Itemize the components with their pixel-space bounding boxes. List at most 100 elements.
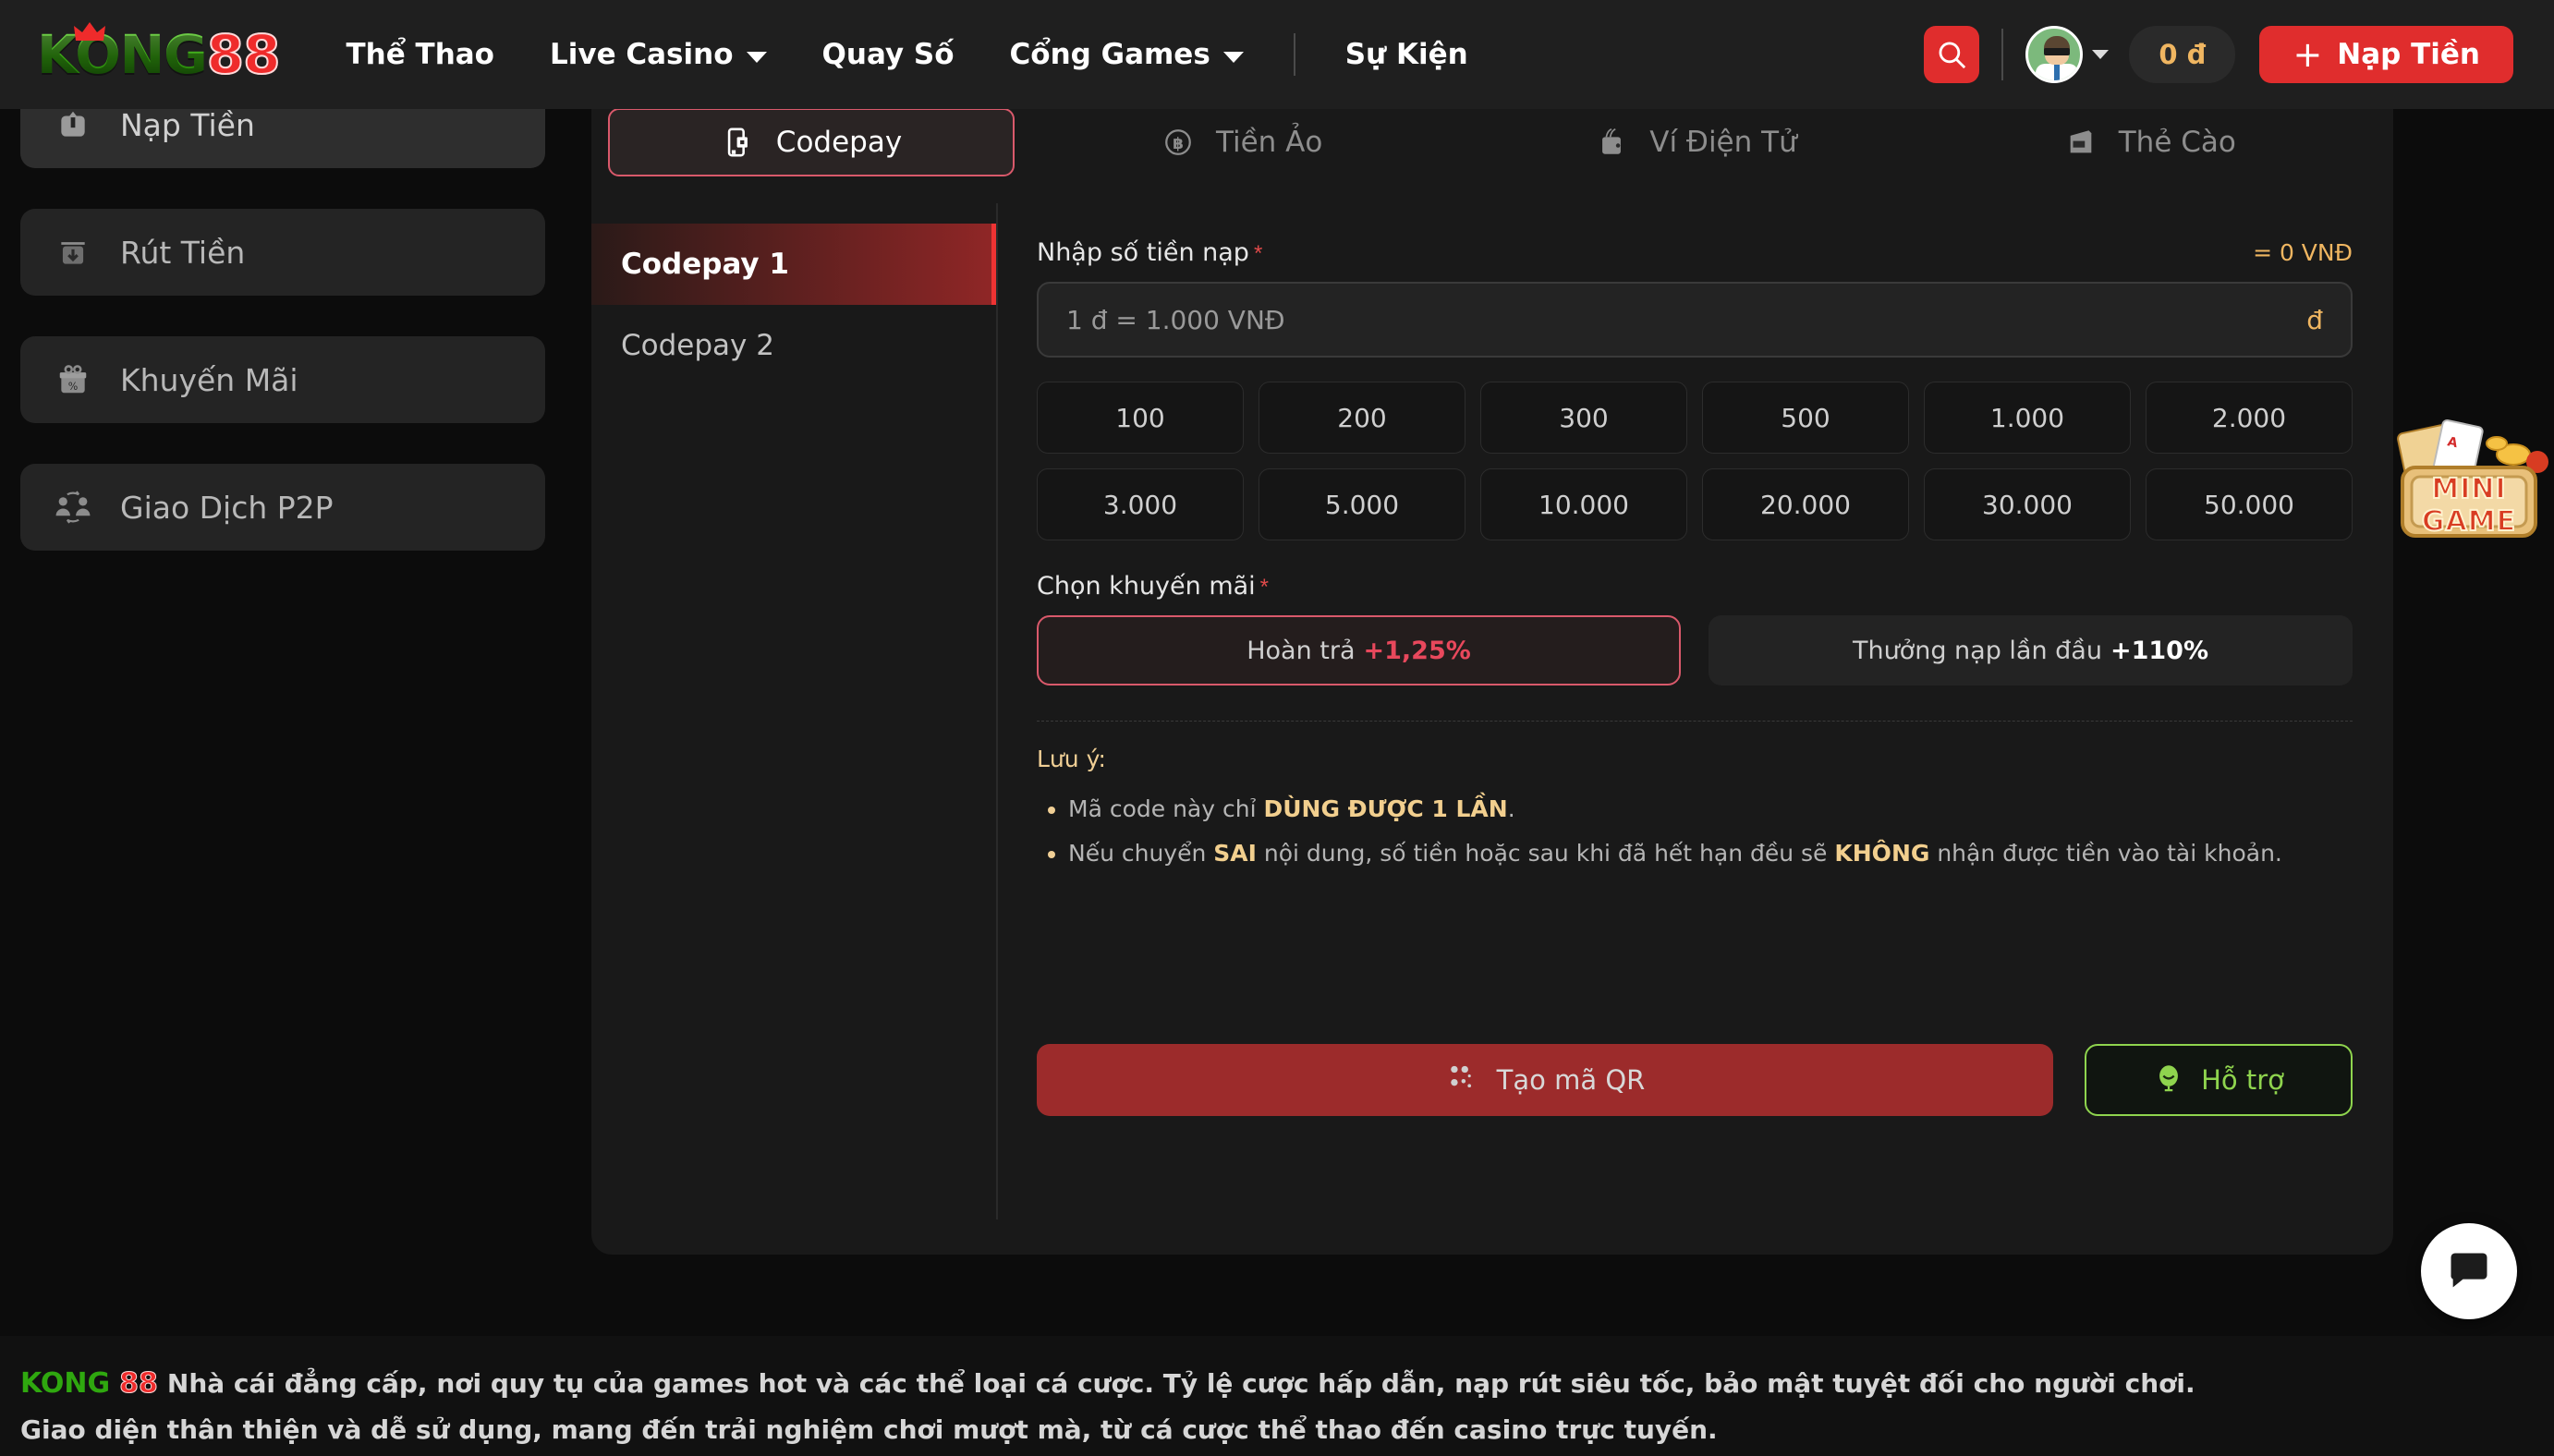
amount-label-row: Nhập số tiền nạp* = 0 VNĐ [1037,238,2353,267]
amount-label: Nhập số tiền nạp [1037,238,1249,267]
required-mark: * [1260,575,1269,600]
promo-text: Hoàn trả [1247,637,1355,665]
sidebar-item-label: Rút Tiền [120,235,245,271]
nav-item-quay-so[interactable]: Quay Số [795,38,982,71]
codepay-label: Codepay 2 [621,329,774,362]
amount-preset[interactable]: 20.000 [1702,468,1909,540]
amount-label-group: Nhập số tiền nạp* [1037,238,1262,267]
nav-label: Thể Thao [347,38,494,71]
nav-item-su-kien[interactable]: Sự Kiện [1318,38,1496,71]
amount-preset[interactable]: 1.000 [1924,382,2131,454]
amount-preset[interactable]: 3.000 [1037,468,1244,540]
codepay-provider-list: Codepay 1 Codepay 2 [591,203,998,1219]
account-menu[interactable] [2025,26,2109,83]
nav-label: Live Casino [550,38,734,71]
sidebar-item-label: Khuyến Mãi [120,362,298,398]
tab-vi-dien-tu[interactable]: Ví Điện Tử [1468,108,1922,176]
search-button[interactable] [1924,26,1979,83]
chevron-down-icon [2092,50,2109,59]
tab-label: Ví Điện Tử [1649,126,1796,159]
main-nav: Thể Thao Live Casino Quay Số Cổng Games … [319,33,1496,76]
tab-codepay[interactable]: Codepay [608,108,1015,176]
footer-line-2: Giao diện thân thiện và dễ sử dụng, mang… [20,1408,2517,1452]
sidebar-item-label: Giao Dịch P2P [120,490,334,526]
deposit-panel: Codepay ฿ Tiền Ảo Ví Điện Tử Thẻ Cào Cod… [591,81,2393,1255]
chevron-down-icon [1223,52,1244,63]
converted-amount: = 0 VNĐ [2253,239,2353,266]
notes-title: Lưu ý: [1037,746,2353,772]
tab-label: Tiền Ảo [1216,126,1322,159]
p2p-users-icon [54,488,92,527]
tab-label: Thẻ Cào [2119,126,2236,159]
sidebar-item-label: Nạp Tiền [120,107,255,143]
amount-preset[interactable]: 100 [1037,382,1244,454]
account-sidebar: Nạp Tiền Rút Tiền % Khuyến Mãi Giao Dịch… [20,81,575,591]
amount-preset-grid: 100 200 300 500 1.000 2.000 3.000 5.000 … [1037,382,2353,540]
wallet-icon [1594,125,1629,160]
codepay-item-1[interactable]: Codepay 1 [591,224,996,305]
promo-option-hoan-tra[interactable]: Hoàn trả +1,25% [1037,615,1681,686]
nav-item-cong-games[interactable]: Cổng Games [982,38,1271,71]
nav-label: Sự Kiện [1345,38,1468,71]
notes-list: Mã code này chỉ DÙNG ĐƯỢC 1 LẦN. Nếu chu… [1068,787,2353,875]
deposit-form: Nhập số tiền nạp* = 0 VNĐ đ 100 200 300 … [998,203,2393,1219]
amount-preset[interactable]: 2.000 [2146,382,2353,454]
required-mark: * [1254,241,1262,266]
deposit-button[interactable]: + Nạp Tiền [2259,26,2513,83]
amount-preset[interactable]: 300 [1480,382,1687,454]
amount-input-wrapper[interactable]: đ [1037,282,2353,358]
minigame-widget[interactable]: A MINI GAME [2386,406,2552,554]
chat-widget-button[interactable] [2421,1223,2517,1319]
amount-preset[interactable]: 500 [1702,382,1909,454]
site-footer: KONG88Nhà cái đẳng cấp, nơi quy tụ của g… [0,1336,2554,1456]
support-button[interactable]: Hỗ trợ [2085,1044,2353,1116]
promo-highlight: +1,25% [1364,637,1471,665]
amount-preset[interactable]: 30.000 [1924,468,2131,540]
footer-line-1: KONG88Nhà cái đẳng cấp, nơi quy tụ của g… [20,1360,2517,1408]
withdraw-icon [54,233,92,272]
tab-tien-ao[interactable]: ฿ Tiền Ảo [1015,108,1468,176]
footer-logo-88: 88 [119,1367,158,1400]
nav-label: Quay Số [822,38,955,71]
nav-item-the-thao[interactable]: Thể Thao [319,38,522,71]
phone-qr-icon [721,125,756,160]
sidebar-item-rut-tien[interactable]: Rút Tiền [20,209,545,296]
note-bold-2: KHÔNG [1834,840,1929,867]
promo-label: Chọn khuyến mãi [1037,572,1256,601]
note-bold: SAI [1213,840,1257,867]
nav-label: Cổng Games [1010,38,1210,71]
amount-preset[interactable]: 5.000 [1259,468,1466,540]
minigame-label: MINI GAME [2386,473,2552,538]
scratch-card-icon [2063,125,2098,160]
tab-the-cao[interactable]: Thẻ Cào [1923,108,2377,176]
footer-text-1: Nhà cái đẳng cấp, nơi quy tụ của games h… [167,1368,2195,1399]
promo-text: Thưởng nạp lần đầu [1853,637,2102,665]
nav-item-live-casino[interactable]: Live Casino [522,38,795,71]
generate-qr-label: Tạo mã QR [1497,1064,1646,1096]
amount-preset[interactable]: 200 [1259,382,1466,454]
sidebar-item-khuyen-mai[interactable]: % Khuyến Mãi [20,336,545,423]
note-pre: Mã code này chỉ [1068,795,1263,822]
search-icon [1936,39,1967,70]
note-item: Mã code này chỉ DÙNG ĐƯỢC 1 LẦN. [1068,787,2353,831]
logo-kong-text: KONG [37,28,207,81]
deposit-button-label: Nạp Tiền [2337,38,2480,71]
codepay-label: Codepay 1 [621,248,789,281]
section-divider [1037,721,2353,722]
bitcoin-icon: ฿ [1161,125,1196,160]
promo-option-thuong-nap-lan-dau[interactable]: Thưởng nạp lần đầu +110% [1709,615,2353,686]
promo-highlight: +110% [2110,637,2208,665]
support-label: Hỗ trợ [2201,1064,2284,1096]
sidebar-item-giao-dich-p2p[interactable]: Giao Dịch P2P [20,464,545,551]
site-logo[interactable]: KONG 88 [20,28,280,81]
amount-preset[interactable]: 10.000 [1480,468,1687,540]
codepay-item-2[interactable]: Codepay 2 [591,305,996,386]
note-bold: DÙNG ĐƯỢC 1 LẦN [1263,795,1507,822]
amount-preset[interactable]: 50.000 [2146,468,2353,540]
svg-text:฿: ฿ [1173,135,1184,153]
amount-input[interactable] [1066,305,2306,335]
header-divider [2001,29,2003,80]
promo-label-row: Chọn khuyến mãi* [1037,572,2353,601]
currency-suffix: đ [2306,305,2323,335]
generate-qr-button[interactable]: Tạo mã QR [1037,1044,2053,1116]
